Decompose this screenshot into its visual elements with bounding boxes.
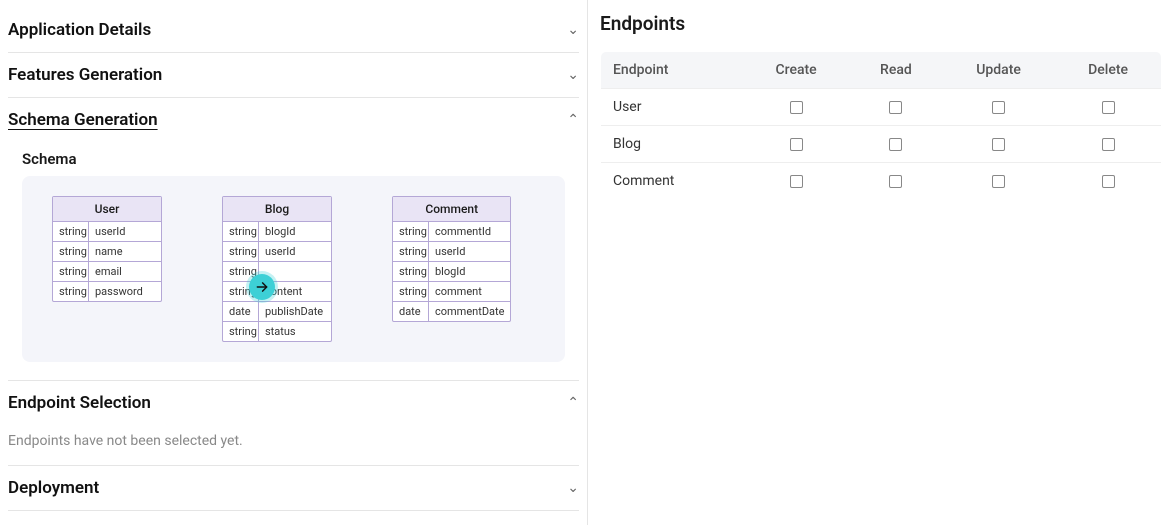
- entity-field: blogId: [429, 262, 510, 281]
- checkbox-user-create[interactable]: [790, 101, 803, 114]
- entity-type: string: [393, 242, 429, 261]
- section-features-generation-header[interactable]: Features Generation ⌄: [8, 53, 579, 97]
- entity-type: string: [393, 262, 429, 281]
- section-application-details: Application Details ⌄: [8, 8, 579, 53]
- entity-row: stringemail: [53, 262, 161, 282]
- entity-name: Comment: [393, 197, 510, 222]
- entity-row: stringuserId: [223, 242, 331, 262]
- section-endpoint-selection-title: Endpoint Selection: [8, 393, 151, 413]
- col-delete: Delete: [1055, 52, 1161, 89]
- entity-field: password: [89, 282, 161, 301]
- checkbox-user-delete[interactable]: [1102, 101, 1115, 114]
- section-deployment-header[interactable]: Deployment ⌄: [8, 466, 579, 510]
- entity-row: string: [223, 262, 331, 282]
- entity-field: userId: [429, 242, 510, 261]
- section-features-generation: Features Generation ⌄: [8, 53, 579, 98]
- entity-comment[interactable]: Comment stringcommentId stringuserId str…: [392, 196, 511, 322]
- section-deployment-title: Deployment: [8, 478, 99, 498]
- entity-field: status: [259, 322, 331, 341]
- section-endpoint-selection-header[interactable]: Endpoint Selection ⌃: [8, 381, 579, 425]
- entity-row: datepublishDate: [223, 302, 331, 322]
- chevron-down-icon: ⌄: [567, 67, 579, 83]
- section-schema-generation-title: Schema Generation: [8, 110, 158, 130]
- chevron-up-icon: ⌃: [567, 395, 579, 411]
- checkbox-blog-read[interactable]: [889, 138, 902, 151]
- entity-row: stringuserId: [53, 222, 161, 242]
- checkbox-comment-update[interactable]: [992, 175, 1005, 188]
- entity-field: email: [89, 262, 161, 281]
- endpoint-name: User: [601, 89, 743, 126]
- section-application-details-title: Application Details: [8, 20, 151, 40]
- checkbox-comment-create[interactable]: [790, 175, 803, 188]
- checkbox-user-update[interactable]: [992, 101, 1005, 114]
- entity-row: stringcomment: [393, 282, 510, 302]
- chevron-down-icon: ⌄: [567, 22, 579, 38]
- col-endpoint: Endpoint: [601, 52, 743, 89]
- checkbox-user-read[interactable]: [889, 101, 902, 114]
- col-create: Create: [742, 52, 850, 89]
- endpoints-title: Endpoints: [600, 12, 1162, 35]
- cursor-pointer-icon: [249, 274, 275, 300]
- entity-name: Blog: [223, 197, 331, 222]
- section-application-details-header[interactable]: Application Details ⌄: [8, 8, 579, 52]
- entity-field: commentDate: [429, 302, 510, 321]
- entity-row: stringstatus: [223, 322, 331, 341]
- entity-field: userId: [89, 222, 161, 241]
- chevron-up-icon: ⌃: [567, 112, 579, 128]
- entity-type: string: [53, 222, 89, 241]
- col-read: Read: [850, 52, 942, 89]
- table-row: User: [601, 89, 1162, 126]
- left-panel: Application Details ⌄ Features Generatio…: [0, 0, 588, 525]
- entity-field: name: [89, 242, 161, 261]
- entity-type: date: [393, 302, 429, 321]
- endpoints-table: Endpoint Create Read Update Delete User …: [600, 51, 1162, 200]
- entity-type: date: [223, 302, 259, 321]
- section-features-generation-title: Features Generation: [8, 65, 162, 85]
- checkbox-blog-create[interactable]: [790, 138, 803, 151]
- checkbox-comment-delete[interactable]: [1102, 175, 1115, 188]
- entity-type: string: [223, 322, 259, 341]
- entity-type: string: [223, 222, 259, 241]
- table-row: Blog: [601, 126, 1162, 163]
- entity-type: string: [223, 242, 259, 261]
- endpoint-name: Blog: [601, 126, 743, 163]
- entity-type: string: [393, 222, 429, 241]
- chevron-down-icon: ⌄: [567, 480, 579, 496]
- entity-type: string: [53, 282, 89, 301]
- entity-user[interactable]: User stringuserId stringname stringemail…: [52, 196, 162, 302]
- entity-row: stringname: [53, 242, 161, 262]
- endpoint-selection-note: Endpoints have not been selected yet.: [8, 425, 579, 465]
- checkbox-comment-read[interactable]: [889, 175, 902, 188]
- entity-name: User: [53, 197, 161, 222]
- entity-type: string: [53, 262, 89, 281]
- entity-field: blogId: [259, 222, 331, 241]
- entity-row: stringblogId: [223, 222, 331, 242]
- table-header-row: Endpoint Create Read Update Delete: [601, 52, 1162, 89]
- section-deployment: Deployment ⌄: [8, 466, 579, 511]
- col-update: Update: [942, 52, 1055, 89]
- checkbox-blog-update[interactable]: [992, 138, 1005, 151]
- entity-blog[interactable]: Blog stringblogId stringuserId string st…: [222, 196, 332, 342]
- entity-row: stringuserId: [393, 242, 510, 262]
- entity-row: stringcontent: [223, 282, 331, 302]
- section-schema-generation-header[interactable]: Schema Generation ⌃: [8, 98, 579, 142]
- entity-type: string: [53, 242, 89, 261]
- schema-subtitle: Schema: [8, 142, 579, 176]
- section-schema-generation: Schema Generation ⌃ Schema User stringus…: [8, 98, 579, 381]
- entity-row: stringpassword: [53, 282, 161, 301]
- table-row: Comment: [601, 163, 1162, 200]
- right-panel: Endpoints Endpoint Create Read Update De…: [588, 0, 1174, 525]
- entity-row: stringcommentId: [393, 222, 510, 242]
- entity-field: commentId: [429, 222, 510, 241]
- entity-row: datecommentDate: [393, 302, 510, 321]
- endpoint-name: Comment: [601, 163, 743, 200]
- entity-row: stringblogId: [393, 262, 510, 282]
- entity-field: publishDate: [259, 302, 331, 321]
- schema-canvas: User stringuserId stringname stringemail…: [22, 176, 565, 362]
- entity-field: comment: [429, 282, 510, 301]
- entity-type: string: [393, 282, 429, 301]
- checkbox-blog-delete[interactable]: [1102, 138, 1115, 151]
- entity-field: userId: [259, 242, 331, 261]
- section-endpoint-selection: Endpoint Selection ⌃ Endpoints have not …: [8, 381, 579, 466]
